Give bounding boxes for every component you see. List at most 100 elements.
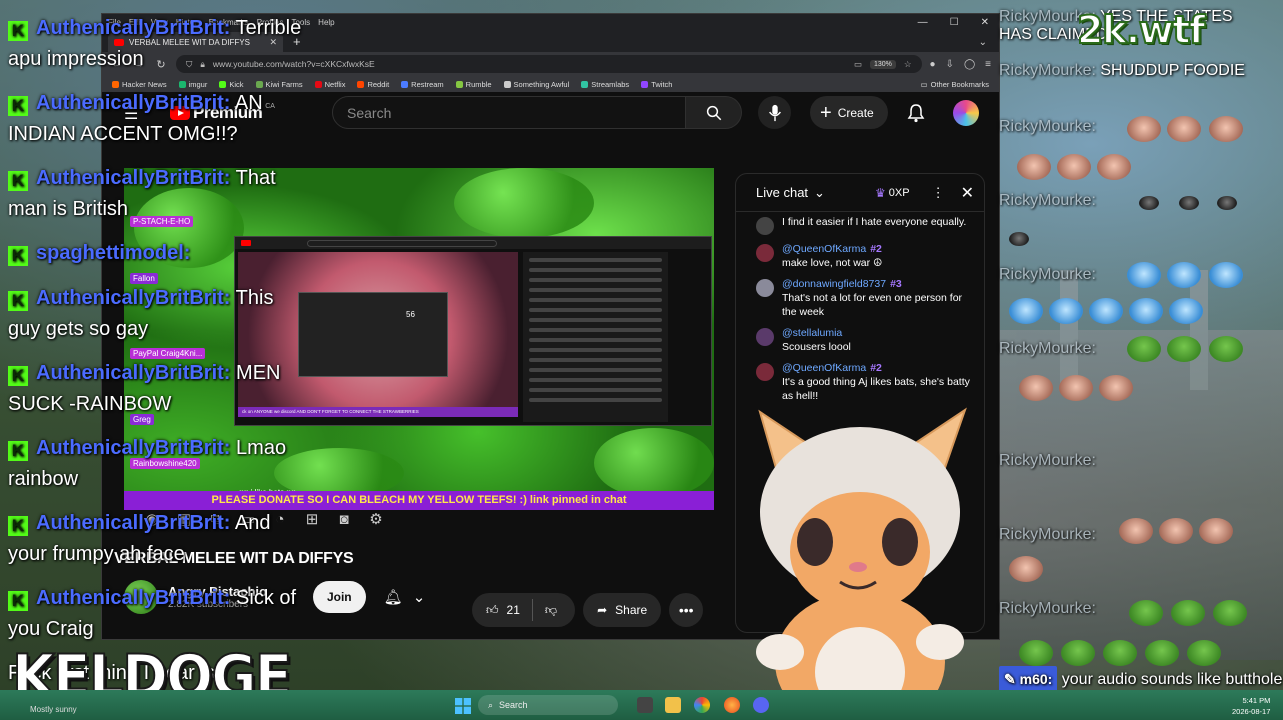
xp-badge[interactable]: ♛ 0XP — [869, 186, 916, 200]
chrome-icon[interactable] — [694, 697, 710, 713]
bookmark-star-icon[interactable]: ☆ — [904, 59, 912, 70]
bookmark-label: Twitch — [651, 79, 673, 89]
chat-text: Scousers loool — [782, 340, 851, 353]
cat-mascot-avatar — [756, 407, 967, 720]
inner-search-box — [307, 239, 497, 247]
cat-emote-icon — [1217, 196, 1237, 210]
chat-avatar[interactable] — [756, 244, 774, 262]
face-emote-icon — [1127, 116, 1161, 142]
chat-message-body: @stellalumia Scousers loool — [782, 327, 851, 354]
face-emote-icon — [1059, 375, 1093, 401]
app-menu-icon[interactable]: ≡ — [985, 59, 991, 70]
zoom-level[interactable]: 130% — [869, 59, 896, 69]
other-bookmarks[interactable]: ▭ Other Bookmarks — [921, 80, 989, 89]
list-tabs-icon[interactable]: ⌄ — [967, 37, 999, 52]
bell-icon: 🔔︎ — [383, 589, 403, 606]
chat-avatar[interactable] — [756, 363, 774, 382]
chat-text: It's a good thing Aj likes bats, she's b… — [782, 376, 970, 402]
screenshot-icon[interactable]: ◙ — [334, 511, 354, 528]
kebab-menu-icon[interactable]: ⋮ — [922, 185, 955, 201]
chat-avatar[interactable] — [756, 217, 774, 235]
chat-avatar[interactable] — [756, 328, 774, 347]
chat-author[interactable]: @stellalumia — [782, 327, 842, 339]
chat-author[interactable]: @donnawingfield8737 — [782, 278, 886, 290]
chat-avatar[interactable] — [756, 279, 774, 298]
chat-author[interactable]: @QueenOfKarma — [782, 243, 866, 255]
kick-logo-icon: K — [8, 246, 28, 266]
chat-author[interactable]: @QueenOfKarma — [782, 362, 866, 374]
face-emote-icon — [1099, 375, 1133, 401]
bookmark-favicon-icon — [455, 80, 463, 88]
face-emote-icon — [1199, 518, 1233, 544]
extension-icon[interactable]: ● — [930, 59, 936, 70]
chevron-down-icon[interactable]: ⌄ — [814, 185, 825, 201]
chat-message: @QueenOfKarma #2 make love, not war ☮ — [756, 243, 974, 270]
thumbs-up-icon[interactable]: 👍︎ — [486, 603, 499, 618]
bookmark-item[interactable]: Restream — [401, 80, 444, 89]
kick-username: ✎ m60: — [999, 666, 1058, 692]
chat-rank-badge: #3 — [890, 278, 902, 291]
subscription-bell-button[interactable]: 🔔︎ ⌄ — [384, 588, 426, 606]
voice-search-button[interactable] — [758, 96, 791, 129]
file-explorer-icon[interactable] — [665, 697, 681, 713]
notifications-bell-icon[interactable] — [907, 103, 925, 123]
bookmark-item[interactable]: Twitch — [641, 80, 672, 89]
account-icon[interactable]: ◯ — [964, 59, 975, 70]
share-button[interactable]: ➦ Share — [583, 593, 662, 627]
right-chat-user: RickyMourke: — [999, 118, 1096, 135]
discord-icon[interactable] — [753, 697, 769, 713]
face-emote-icon — [1119, 518, 1153, 544]
bookmark-item[interactable]: Something Awful — [503, 80, 569, 89]
maximize-icon[interactable]: ☐ — [950, 17, 959, 28]
task-view-icon[interactable] — [637, 697, 653, 713]
overlay-chat-message: K AuthenicallyBritBrit: That man is Briti… — [8, 163, 308, 225]
thumbs-down-icon[interactable]: 👎︎ — [545, 603, 557, 618]
join-button[interactable]: Join — [312, 581, 366, 613]
crown-icon: ♛ — [875, 185, 886, 200]
taskbar-search[interactable]: ⌕ Search — [478, 695, 618, 715]
bookmark-item[interactable]: Netflix — [314, 80, 345, 89]
pepe-emote-icon — [1127, 336, 1161, 362]
bookmark-item[interactable]: Reddit — [357, 80, 389, 89]
firefox-icon[interactable] — [724, 697, 740, 713]
live-chat-header: Live chat ⌄ ♛ 0XP ⋮ ✕ — [736, 174, 984, 212]
chat-rank-badge: #2 — [870, 362, 882, 375]
weather-text[interactable]: Mostly sunny — [30, 705, 77, 714]
inner-desk-webcam — [298, 292, 448, 377]
overlay-chat-message: K AuthenicallyBritBrit: Lmao rainbow — [8, 433, 308, 495]
right-chat-user: RickyMourke: — [999, 600, 1096, 617]
blue-emote-icon — [1009, 298, 1043, 324]
create-button[interactable]: + Create — [810, 96, 888, 129]
kick-logo-icon: K — [8, 366, 28, 386]
downloads-icon[interactable]: ⇩ — [946, 59, 954, 70]
bookmark-item[interactable]: Rumble — [455, 80, 492, 89]
reader-view-icon[interactable]: ▭ — [854, 59, 862, 70]
chat-message-body: @QueenOfKarma #2 make love, not war ☮ — [782, 243, 882, 270]
like-dislike-button[interactable]: 👍︎ 21 👎︎ — [472, 593, 576, 627]
bookmark-label: Reddit — [367, 79, 390, 89]
close-chat-icon[interactable]: ✕ — [961, 183, 974, 203]
search-icon: ⌕ — [488, 699, 494, 710]
bookmark-item[interactable]: Streamlabs — [581, 80, 629, 89]
search-button[interactable] — [686, 96, 742, 129]
overlay-chat-message: Kspaghettimodel: — [8, 238, 308, 269]
minimize-icon[interactable]: — — [918, 17, 928, 28]
search-input[interactable]: Search — [332, 96, 686, 129]
taskbar-clock[interactable]: 5:41 PM 2026-08-17 — [1232, 695, 1270, 717]
overlay-chat-user: AuthenicallyBritBrit: — [36, 17, 231, 39]
menu-help[interactable]: Help — [318, 18, 334, 27]
settings-gear-icon[interactable]: ⚙ — [366, 511, 386, 528]
right-brand-logo: 2k.wtf — [1076, 7, 1206, 53]
close-window-icon[interactable]: ✕ — [981, 17, 989, 28]
more-actions-icon[interactable]: ••• — [669, 593, 704, 627]
live-chat-title[interactable]: Live chat — [756, 185, 808, 200]
windows-start-icon[interactable] — [455, 698, 471, 714]
face-emote-icon — [1167, 116, 1201, 142]
blue-emote-icon — [1169, 298, 1203, 324]
account-avatar[interactable] — [953, 100, 979, 126]
search-placeholder: Search — [347, 104, 392, 121]
kick-username-text: m60: — [1019, 671, 1053, 687]
pistachio-decor — [594, 428, 714, 498]
pepe-emote-icon — [1171, 600, 1205, 626]
blue-emote-icon — [1209, 262, 1243, 288]
